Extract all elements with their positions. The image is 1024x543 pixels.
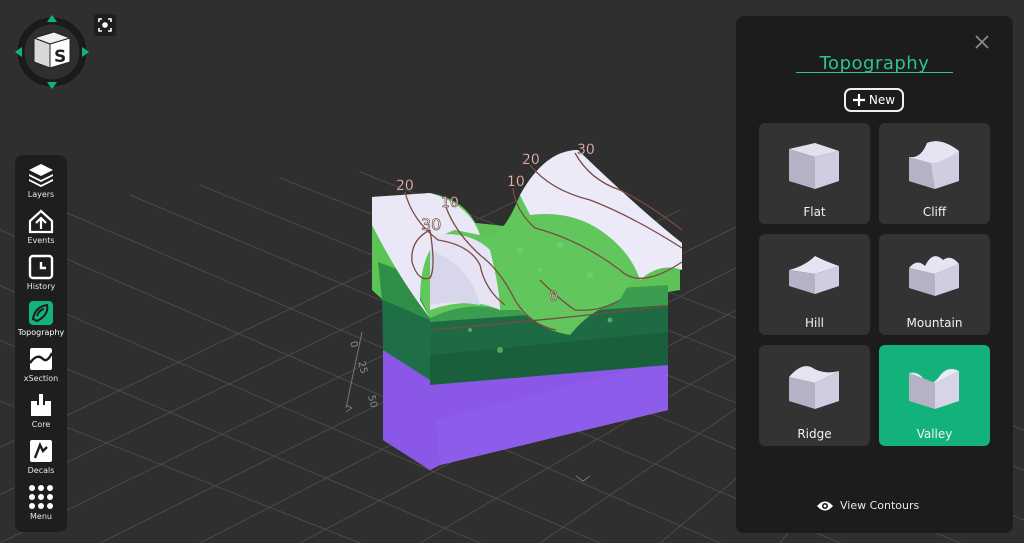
layers-icon (29, 164, 53, 187)
tool-menu[interactable]: Menu (15, 483, 67, 529)
tool-history[interactable]: History (15, 253, 67, 299)
ridge-terrain-icon (789, 366, 839, 409)
tool-label: Layers (27, 190, 55, 199)
tile-label: Hill (804, 316, 825, 330)
tool-topography[interactable]: Topography (15, 299, 67, 345)
new-topography-button[interactable]: New (844, 88, 904, 112)
topography-tile-hill[interactable]: Hill (759, 234, 870, 335)
ruler-tick: 50 (365, 394, 379, 409)
tool-label: Core (31, 420, 51, 429)
tool-xsection[interactable]: xSection (15, 345, 67, 391)
tool-label: Menu (30, 512, 52, 521)
tile-label: Ridge (797, 427, 832, 441)
valley-terrain-icon (909, 369, 959, 409)
topography-tile-mountain[interactable]: Mountain (879, 234, 990, 335)
topography-tile-valley[interactable]: Valley (879, 345, 990, 446)
new-button-label: New (868, 93, 896, 107)
topography-icon (29, 301, 53, 325)
cliff-terrain-icon (909, 141, 959, 189)
contour-label: 20 (396, 178, 414, 194)
core-icon (31, 394, 51, 416)
events-icon (28, 209, 54, 234)
plus-icon (852, 94, 865, 106)
contour-label: 30 (577, 142, 595, 158)
frame-view-button[interactable] (94, 14, 116, 36)
contour-label: 10 (441, 195, 459, 211)
ruler-tick: 25 (355, 360, 369, 375)
title-underline (796, 72, 953, 73)
xsection-icon (29, 348, 54, 370)
view-contours-toggle[interactable]: View Contours (816, 499, 919, 512)
topography-panel: Topography New Flat Cliff Hill Mountain … (736, 16, 1013, 533)
view-contours-label: View Contours (840, 499, 920, 512)
topography-tile-ridge[interactable]: Ridge (759, 345, 870, 446)
tile-label: Cliff (922, 205, 947, 219)
tool-core[interactable]: Core (15, 391, 67, 437)
view-cube-letter: S (54, 47, 66, 67)
contour-label: 10 (507, 174, 525, 190)
tile-label: Flat (803, 205, 826, 219)
contour-label: 30 (421, 215, 441, 234)
topography-tile-flat[interactable]: Flat (759, 123, 870, 224)
terrain-block[interactable] (372, 150, 683, 470)
contour-label: 0 (549, 289, 558, 305)
menu-grid-icon (29, 485, 53, 509)
flat-terrain-icon (789, 143, 839, 189)
left-toolbar: Layers Events History Topography xSectio… (15, 155, 67, 532)
tool-label: Topography (17, 328, 65, 337)
tool-decals[interactable]: Decals (15, 437, 67, 483)
tool-label: Decals (27, 466, 55, 475)
hill-terrain-icon (789, 256, 839, 294)
eye-icon (817, 501, 833, 510)
decals-icon (30, 440, 52, 462)
tool-label: xSection (23, 374, 59, 383)
focus-icon (98, 18, 112, 32)
tool-events[interactable]: Events (15, 207, 67, 253)
tool-layers[interactable]: Layers (15, 161, 67, 207)
topography-tile-cliff[interactable]: Cliff (879, 123, 990, 224)
panel-title: Topography (819, 53, 930, 74)
tool-label: History (26, 282, 56, 291)
contour-label: 20 (522, 152, 540, 168)
mountain-terrain-icon (909, 256, 959, 296)
history-icon (28, 254, 54, 280)
tile-label: Mountain (906, 316, 963, 330)
view-cube[interactable]: S (14, 14, 90, 90)
ruler-tick: 0 (347, 340, 359, 349)
close-icon[interactable] (974, 34, 990, 50)
tile-label: Valley (916, 427, 953, 441)
tool-label: Events (27, 236, 55, 245)
